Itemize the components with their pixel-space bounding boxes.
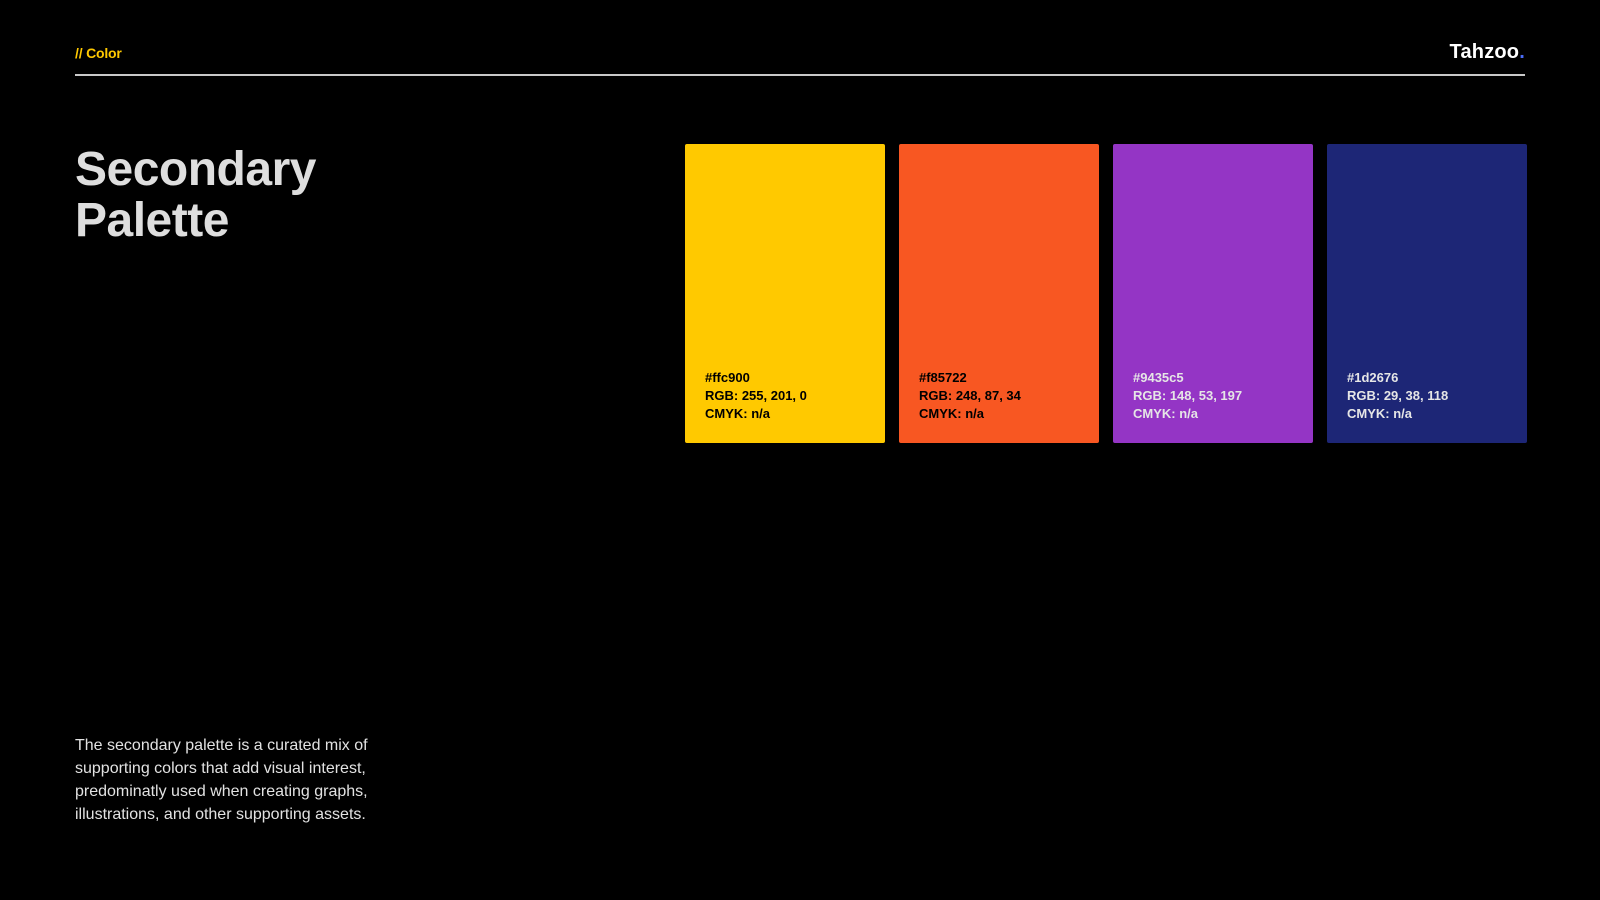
swatch-info: #f85722 RGB: 248, 87, 34 CMYK: n/a [919, 369, 1021, 423]
brand-logo: Tahzoo. [1450, 41, 1525, 64]
swatch-rgb: RGB: 29, 38, 118 [1347, 388, 1449, 403]
swatch-hex: #f85722 [919, 370, 967, 385]
swatch-cmyk: CMYK: n/a [1133, 406, 1198, 421]
swatch-rgb: RGB: 248, 87, 34 [919, 388, 1021, 403]
swatch-info: #9435c5 RGB: 148, 53, 197 CMYK: n/a [1133, 369, 1242, 423]
page-title-line-1: Secondary [75, 143, 316, 196]
swatch-info: #ffc900 RGB: 255, 201, 0 CMYK: n/a [705, 369, 807, 423]
color-swatch-navy: #1d2676 RGB: 29, 38, 118 CMYK: n/a [1327, 144, 1527, 443]
swatch-cmyk: CMYK: n/a [705, 406, 770, 421]
swatch-cmyk: CMYK: n/a [919, 406, 984, 421]
color-swatches: #ffc900 RGB: 255, 201, 0 CMYK: n/a #f857… [685, 144, 1527, 443]
page-title-line-2: Palette [75, 194, 229, 247]
color-swatch-orange: #f85722 RGB: 248, 87, 34 CMYK: n/a [899, 144, 1099, 443]
palette-description: The secondary palette is a curated mix o… [75, 737, 368, 823]
swatch-hex: #9435c5 [1133, 370, 1184, 385]
brand-dot: . [1519, 41, 1525, 63]
swatch-info: #1d2676 RGB: 29, 38, 118 CMYK: n/a [1347, 369, 1448, 423]
page-title: Secondary Palette [75, 144, 316, 246]
swatch-hex: #ffc900 [705, 370, 750, 385]
color-swatch-purple: #9435c5 RGB: 148, 53, 197 CMYK: n/a [1113, 144, 1313, 443]
header-bar: // Color Tahzoo. [75, 40, 1525, 76]
section-tag: // Color [75, 45, 122, 61]
swatch-cmyk: CMYK: n/a [1347, 406, 1412, 421]
swatch-rgb: RGB: 255, 201, 0 [705, 388, 807, 403]
swatch-rgb: RGB: 148, 53, 197 [1133, 388, 1243, 403]
color-swatch-yellow: #ffc900 RGB: 255, 201, 0 CMYK: n/a [685, 144, 885, 443]
swatch-hex: #1d2676 [1347, 370, 1399, 385]
brand-name: Tahzoo [1449, 41, 1520, 63]
